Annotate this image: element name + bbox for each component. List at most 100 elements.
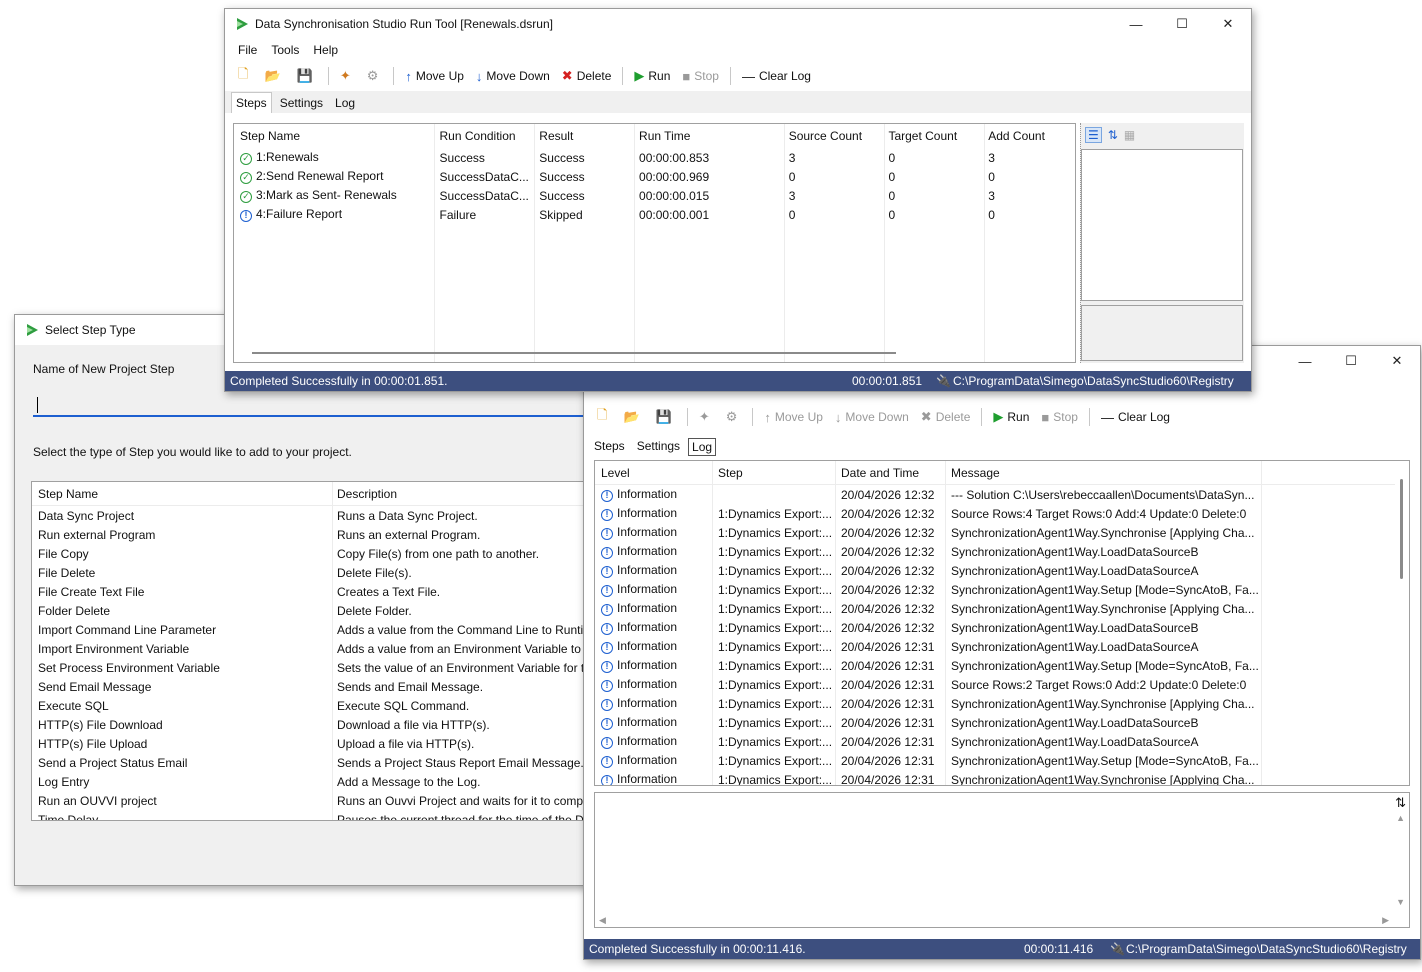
col-step[interactable]: Step — [712, 466, 835, 480]
close-button[interactable]: ✕ — [1374, 346, 1420, 376]
property-pages-icon[interactable]: ▦ — [1124, 128, 1135, 142]
list-item[interactable]: Folder Delete Delete Folder. — [32, 601, 613, 620]
col-description[interactable]: Description — [331, 487, 613, 501]
stop-button[interactable]: ■ Stop — [677, 65, 724, 87]
table-row[interactable]: ! Information 1:Dynamics Export:... 20/04/2… — [595, 656, 1409, 675]
table-row[interactable]: ! Information 1:Dynamics Export:... 20/04/2… — [595, 770, 1409, 785]
clear-log-button[interactable]: — Clear Log — [737, 65, 816, 87]
col-run-time[interactable]: Run Time — [633, 129, 783, 143]
table-row[interactable]: ! Information 1:Dynamics Export:... 20/04/2… — [595, 561, 1409, 580]
table-row[interactable]: ! Information 1:Dynamics Export:... 20/04/2… — [595, 637, 1409, 656]
tab-log[interactable]: Log — [331, 93, 359, 113]
stop-button[interactable]: ■ Stop — [1036, 406, 1083, 428]
list-item[interactable]: Time Delay Pauses the current thread for … — [32, 810, 613, 821]
col-message[interactable]: Message — [945, 466, 1261, 480]
list-item[interactable]: File Create Text File Creates a Text File… — [32, 582, 613, 601]
step-name-input[interactable] — [33, 395, 603, 417]
resize-handle-icon[interactable]: ⇅ — [1395, 795, 1406, 811]
move-down-button[interactable]: ↓ Move Down — [471, 65, 555, 87]
col-run-condition[interactable]: Run Condition — [434, 129, 534, 143]
list-item[interactable]: Import Command Line Parameter Adds a valu… — [32, 620, 613, 639]
log-detail-pane[interactable]: ⇅ ▲ ▼ ◀ ▶ — [594, 792, 1410, 928]
list-item[interactable]: Send a Project Status Email Sends a Proje… — [32, 753, 613, 772]
sort-az-icon[interactable]: ⇅ — [1108, 128, 1118, 142]
table-row[interactable]: ! Information 1:Dynamics Export:... 20/04/2… — [595, 694, 1409, 713]
gear-icon[interactable]: ⚙ — [721, 406, 747, 428]
minimize-button[interactable]: — — [1282, 346, 1328, 376]
log-vertical-scrollbar[interactable] — [1395, 461, 1409, 785]
table-row[interactable]: ! Information 1:Dynamics Export:... 20/04/2… — [595, 732, 1409, 751]
col-level[interactable]: Level — [595, 466, 712, 480]
open-icon[interactable]: 📂 — [259, 65, 289, 87]
col-step-name[interactable]: Step Name — [234, 129, 434, 143]
maximize-button[interactable]: ☐ — [1159, 9, 1205, 39]
table-row[interactable]: ! Information 1:Dynamics Export:... 20/04/2… — [595, 504, 1409, 523]
scrollbar-thumb[interactable] — [1400, 479, 1403, 579]
tab-steps[interactable]: Steps — [590, 436, 629, 456]
list-item[interactable]: HTTP(s) File Download Download a file via… — [32, 715, 613, 734]
table-row[interactable]: ✓ 2:Send Renewal Report SuccessDataC... Suc… — [234, 167, 1075, 186]
scroll-left-icon[interactable]: ◀ — [599, 915, 606, 926]
steps-horizontal-scrollbar[interactable] — [252, 352, 896, 354]
maximize-button[interactable]: ☐ — [1328, 346, 1374, 376]
scroll-down-icon[interactable]: ▼ — [1396, 897, 1405, 907]
list-item[interactable]: Send Email Message Sends and Email Messag… — [32, 677, 613, 696]
list-item[interactable]: Execute SQL Execute SQL Command. — [32, 696, 613, 715]
col-date-time[interactable]: Date and Time — [835, 466, 945, 480]
save-icon[interactable]: 💾 — [651, 406, 681, 428]
menu-file[interactable]: File — [231, 43, 264, 57]
move-up-button[interactable]: ↑ Move Up — [400, 65, 469, 87]
run-button[interactable]: ▶ Run — [988, 406, 1034, 428]
col-result[interactable]: Result — [533, 129, 633, 143]
list-item[interactable]: Import Environment Variable Adds a value … — [32, 639, 613, 658]
categorized-icon[interactable]: ☰ — [1085, 127, 1102, 143]
new-icon[interactable]: 🗋 — [592, 406, 616, 428]
table-row[interactable]: ! Information 1:Dynamics Export:... 20/04/2… — [595, 618, 1409, 637]
list-item[interactable]: Log Entry Add a Message to the Log. — [32, 772, 613, 791]
property-grid[interactable] — [1081, 149, 1243, 301]
scroll-up-icon[interactable]: ▲ — [1396, 813, 1405, 823]
table-row[interactable]: ! Information 1:Dynamics Export:... 20/04/2… — [595, 580, 1409, 599]
run-button[interactable]: ▶ Run — [629, 65, 675, 87]
step-type-list[interactable]: Step Name Description Data Sync Project R… — [31, 481, 613, 821]
table-row[interactable]: ! 4:Failure Report Failure Skipped 00:00:00.… — [234, 205, 1075, 224]
gear-icon[interactable]: ⚙ — [362, 65, 388, 87]
table-row[interactable]: ! Information 1:Dynamics Export:... 20/04/2… — [595, 751, 1409, 770]
scroll-right-icon[interactable]: ▶ — [1382, 915, 1389, 926]
minimize-button[interactable]: — — [1113, 9, 1159, 39]
col-target-count[interactable]: Target Count — [882, 129, 982, 143]
table-row[interactable]: ! Information 1:Dynamics Export:... 20/04/2… — [595, 523, 1409, 542]
table-row[interactable]: ! Information 1:Dynamics Export:... 20/04/2… — [595, 713, 1409, 732]
table-row[interactable]: ! Information 1:Dynamics Export:... 20/04/2… — [595, 675, 1409, 694]
col-source-count[interactable]: Source Count — [783, 129, 883, 143]
list-item[interactable]: Run an OUVVI project Runs an Ouvvi Projec… — [32, 791, 613, 810]
menu-tools[interactable]: Tools — [264, 43, 306, 57]
move-up-button[interactable]: ↑ Move Up — [759, 406, 828, 428]
col-add-count[interactable]: Add Count — [982, 129, 1075, 143]
steps-grid[interactable]: Step Name Run Condition Result Run Time … — [233, 123, 1076, 363]
move-down-button[interactable]: ↓ Move Down — [830, 406, 914, 428]
list-item[interactable]: Run external Program Runs an external Pro… — [32, 525, 613, 544]
tab-settings[interactable]: Settings — [276, 93, 327, 113]
menu-help[interactable]: Help — [306, 43, 345, 57]
save-icon[interactable]: 💾 — [292, 65, 322, 87]
close-button[interactable]: ✕ — [1205, 9, 1251, 39]
list-item[interactable]: File Delete Delete File(s). — [32, 563, 613, 582]
col-step-name[interactable]: Step Name — [32, 487, 331, 501]
open-icon[interactable]: 📂 — [618, 406, 648, 428]
delete-button[interactable]: ✖ Delete — [916, 406, 976, 428]
table-row[interactable]: ✓ 3:Mark as Sent- Renewals SuccessDataC...… — [234, 186, 1075, 205]
main-titlebar[interactable]: Data Synchronisation Studio Run Tool [Re… — [225, 9, 1251, 39]
list-item[interactable]: HTTP(s) File Upload Upload a file via HTT… — [32, 734, 613, 753]
tab-steps[interactable]: Steps — [231, 92, 272, 113]
wand-icon[interactable]: ✦ — [694, 406, 719, 428]
clear-log-button[interactable]: — Clear Log — [1096, 406, 1175, 428]
list-item[interactable]: Set Process Environment Variable Sets the… — [32, 658, 613, 677]
table-row[interactable]: ! Information 1:Dynamics Export:... 20/04/2… — [595, 599, 1409, 618]
table-row[interactable]: ! Information 20/04/2026 12:32 --- Solution… — [595, 485, 1409, 504]
delete-button[interactable]: ✖ Delete — [557, 65, 617, 87]
tab-log[interactable]: Log — [688, 438, 717, 456]
log-grid[interactable]: Level Step Date and Time Message ! Inform… — [594, 460, 1410, 786]
table-row[interactable]: ! Information 1:Dynamics Export:... 20/04/2… — [595, 542, 1409, 561]
list-item[interactable]: Data Sync Project Runs a Data Sync Projec… — [32, 506, 613, 525]
